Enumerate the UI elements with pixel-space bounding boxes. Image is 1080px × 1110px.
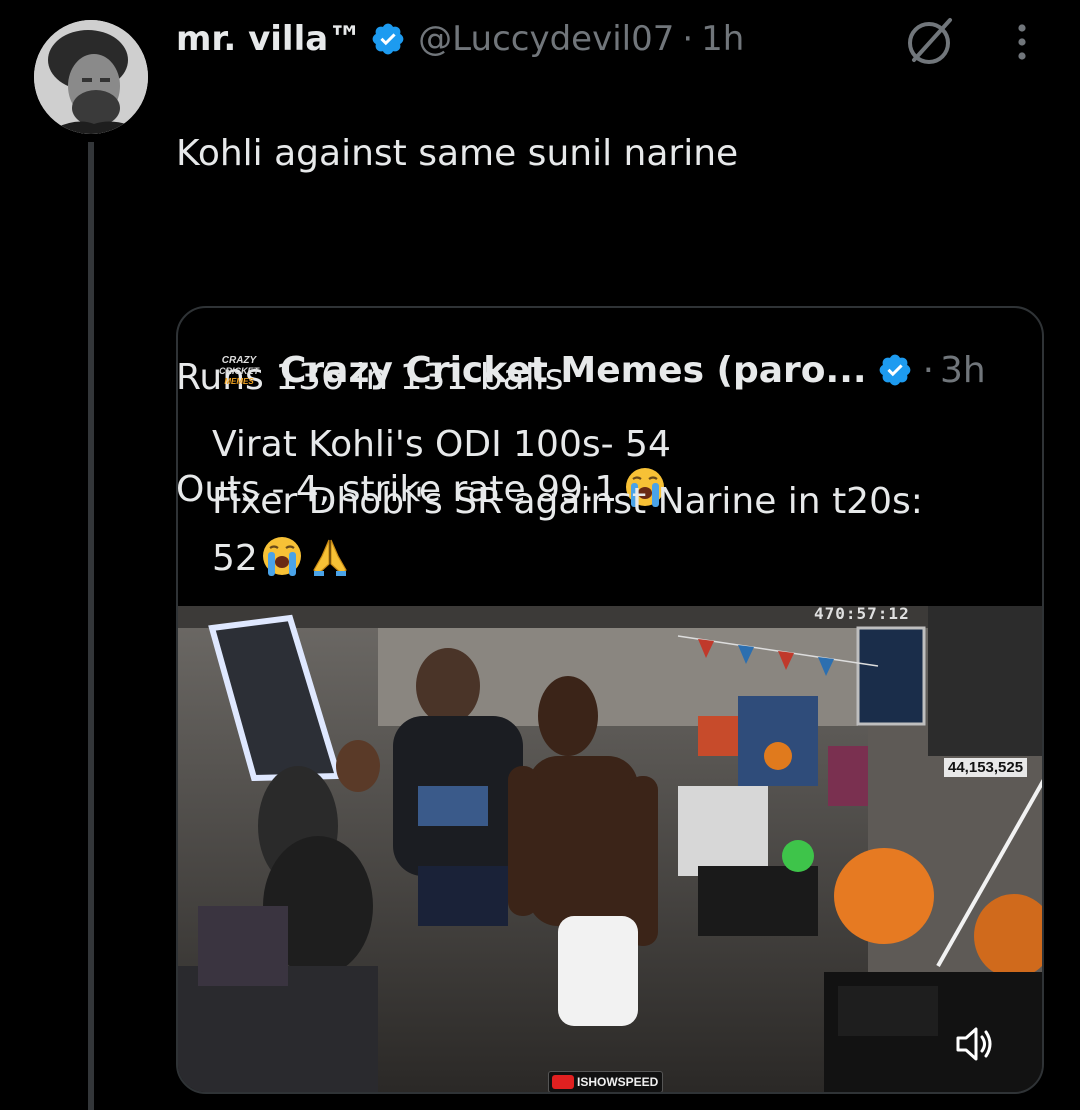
tweet-line-2 — [176, 238, 1036, 294]
stream-timer: 470:57:12 — [814, 606, 910, 623]
svg-text:MEMES: MEMES — [224, 377, 254, 386]
quoted-display-name[interactable]: Crazy Cricket Memes (paro... — [280, 350, 867, 391]
avatar[interactable] — [34, 20, 148, 134]
video-frame — [178, 606, 1042, 1092]
youtube-logo-icon — [552, 1075, 574, 1089]
grok-icon[interactable] — [900, 12, 958, 70]
quoted-line-2: Fixer Dhobi's SR against Narine in t20s: — [212, 481, 923, 522]
speaker-on-icon[interactable] — [950, 1020, 998, 1068]
thread-line — [88, 142, 94, 1110]
svg-text:CRICKET: CRICKET — [219, 366, 261, 376]
quoted-timestamp[interactable]: 3h — [940, 350, 986, 391]
loudly-crying-face-icon — [262, 537, 301, 576]
quoted-tweet-text: Virat Kohli's ODI 100s- 54 Fixer Dhobi's… — [212, 416, 1012, 587]
svg-text:CRAZY: CRAZY — [222, 355, 258, 366]
separator-dot: · — [922, 349, 935, 391]
quoted-tweet[interactable]: CRAZY CRICKET MEMES Crazy Cricket Memes … — [176, 306, 1044, 1094]
quoted-line-1: Virat Kohli's ODI 100s- 54 — [212, 424, 671, 465]
quoted-line-3-wrap: 52 — [212, 530, 1012, 587]
quoted-line-3: 52 — [212, 538, 258, 579]
channel-watermark: ISHOWSPEED — [548, 1071, 664, 1092]
viewer-counter: 44,153,525 — [944, 758, 1028, 777]
more-icon[interactable] — [1004, 14, 1040, 70]
quoted-tweet-header: CRAZY CRICKET MEMES Crazy Cricket Memes … — [212, 346, 986, 394]
tweet[interactable]: mr. villa™ @Luccydevil07 · 1h Kohli agai… — [0, 0, 1080, 1110]
tweet-header: mr. villa™ @Luccydevil07 · 1h — [176, 14, 744, 64]
timestamp[interactable]: 1h — [701, 19, 744, 59]
display-name[interactable]: mr. villa™ — [176, 19, 362, 59]
handle[interactable]: @Luccydevil07 — [418, 19, 674, 59]
folded-hands-icon — [313, 539, 347, 576]
verified-badge-icon — [879, 354, 910, 386]
verified-badge-icon — [372, 23, 404, 55]
video-player[interactable]: 470:57:12 44,153,525 ISHOWSPEED — [178, 606, 1042, 1092]
separator-dot: · — [682, 19, 694, 59]
crazy-cricket-memes-logo[interactable]: CRAZY CRICKET MEMES — [212, 350, 266, 390]
watermark-text: ISHOWSPEED — [577, 1075, 659, 1089]
tweet-line-1: Kohli against same sunil narine — [176, 133, 739, 174]
